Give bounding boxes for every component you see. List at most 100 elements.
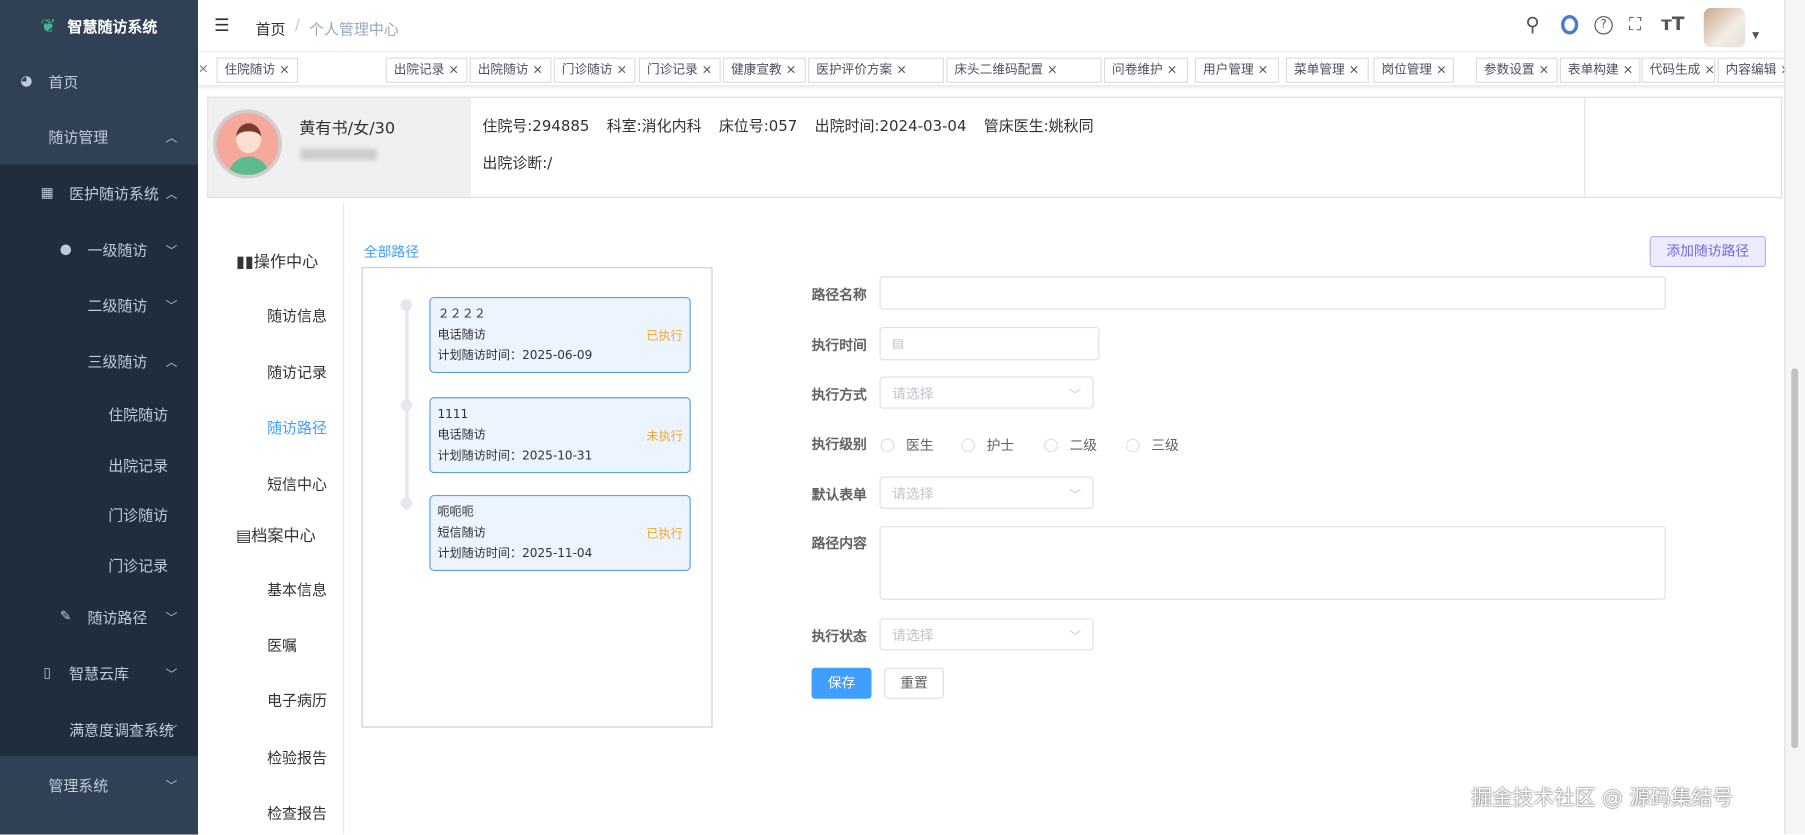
- tag-1[interactable]: 出院记录 ×: [385, 57, 468, 83]
- default-form-select[interactable]: 请选择 ﹀: [879, 476, 1094, 509]
- save-button[interactable]: 保存: [811, 667, 872, 699]
- tag-close-icon[interactable]: ×: [1167, 62, 1178, 77]
- chevron-down-icon: ﹀: [1069, 388, 1081, 402]
- tag-9[interactable]: 用户管理 ×: [1194, 57, 1279, 83]
- archive-item-3[interactable]: 检验报告: [267, 746, 327, 768]
- sidebar-item-followup-path[interactable]: ✎ 随访路径 ﹀: [0, 588, 198, 643]
- section-title: 操作中心: [253, 253, 319, 272]
- sidebar-item-outpatient-followup[interactable]: 门诊随访: [0, 486, 198, 541]
- caret-down-icon[interactable]: ▼: [1752, 30, 1759, 40]
- tag-close-icon[interactable]: ×: [1623, 62, 1634, 77]
- app-title: 智慧随访系统: [67, 19, 158, 37]
- sidebar-item-inpatient-followup[interactable]: 住院随访: [0, 386, 198, 441]
- scrollbar-thumb[interactable]: [1791, 368, 1799, 749]
- font-size-icon[interactable]: тT: [1661, 13, 1684, 35]
- sidebar-item-level3[interactable]: 三级随访 ︿: [0, 333, 198, 388]
- tag-14[interactable]: 代码生成 ×: [1641, 57, 1716, 83]
- radio-label: 三级: [1151, 437, 1179, 454]
- tag-close-icon[interactable]: ×: [1436, 62, 1447, 77]
- tag-label: 岗位管理: [1381, 62, 1433, 78]
- nav-item-0[interactable]: 随访信息: [267, 304, 327, 326]
- sidebar-item-level1[interactable]: ● 一级随访 ﹀: [0, 221, 198, 276]
- sidebar-item-discharge-records[interactable]: 出院记录: [0, 436, 198, 491]
- help-icon[interactable]: ?: [1594, 16, 1613, 35]
- archive-item-4[interactable]: 检查报告: [267, 801, 327, 823]
- tag-close-icon[interactable]: ×: [702, 62, 713, 77]
- tag-10[interactable]: 菜单管理 ×: [1285, 57, 1369, 83]
- sidebar-item-medical-followup-system[interactable]: ▦ 医护随访系统 ︿: [0, 165, 198, 220]
- tag-5[interactable]: 健康宣教 ×: [722, 57, 806, 83]
- sidebar-label: 出院记录: [108, 457, 169, 475]
- reset-button[interactable]: 重置: [884, 667, 944, 699]
- tag-3[interactable]: 门诊随访 ×: [553, 57, 636, 83]
- sidebar-item-satisfaction-survey[interactable]: 满意度调查系统 ﹀: [0, 701, 198, 756]
- tag-close-icon[interactable]: ×: [616, 62, 627, 77]
- tag-4[interactable]: 门诊记录 ×: [638, 57, 721, 83]
- level-radio-0[interactable]: 医生: [880, 435, 934, 455]
- sidebar-item-followup-management[interactable]: 随访管理 ︿: [0, 108, 198, 163]
- tag-8[interactable]: 问卷维护 ×: [1104, 57, 1189, 83]
- tag-2[interactable]: 出院随访 ×: [469, 57, 552, 83]
- hamburger-toggle-icon[interactable]: ☰: [214, 15, 229, 36]
- chevron-up-icon: ︿: [165, 356, 178, 369]
- sidebar-item-cloud-library[interactable]: ▯ 智慧云库 ﹀: [0, 645, 198, 700]
- level-radio-3[interactable]: 三级: [1125, 435, 1179, 455]
- archive-item-2[interactable]: 电子病历: [267, 688, 327, 710]
- archive-item-1[interactable]: 医嘱: [267, 633, 297, 655]
- level-radio-2[interactable]: 二级: [1044, 435, 1097, 455]
- app-logo[interactable]: ❦ 智慧随访系统: [0, 0, 198, 52]
- timeline-card[interactable]: 呃呃呃 短信随访 计划随访时间：2025-11-04 已执行: [429, 495, 691, 571]
- tag-close-icon[interactable]: ×: [1258, 62, 1269, 77]
- sidebar-item-level2[interactable]: 二级随访 ﹀: [0, 276, 198, 331]
- tag-12[interactable]: 参数设置 ×: [1475, 57, 1558, 83]
- exec-method-select[interactable]: 请选择 ﹀: [879, 376, 1094, 409]
- tag-15[interactable]: 内容编辑 ×: [1717, 57, 1794, 83]
- archive-item-0[interactable]: 基本信息: [267, 578, 327, 600]
- exec-status-select[interactable]: 请选择 ﹀: [879, 618, 1094, 651]
- tag-close-icon[interactable]: ×: [1704, 62, 1715, 77]
- github-icon[interactable]: [1561, 14, 1579, 35]
- nav-item-1[interactable]: 随访记录: [267, 360, 327, 382]
- chevron-up-icon: ︿: [165, 188, 178, 201]
- path-date: 计划随访时间：2025-06-09: [437, 348, 593, 363]
- sidebar-item-admin-system[interactable]: 管理系统 ﹀: [0, 756, 199, 812]
- breadcrumb-home[interactable]: 首页: [256, 17, 286, 39]
- tag-close-icon[interactable]: ×: [896, 62, 907, 77]
- chevron-down-icon: ﹀: [165, 724, 178, 738]
- path-name-input[interactable]: [879, 276, 1666, 310]
- path-content-textarea[interactable]: [879, 526, 1666, 600]
- search-icon[interactable]: ⚲: [1525, 14, 1539, 37]
- tag-0[interactable]: 住院随访 ×: [216, 57, 299, 83]
- exec-time-datepicker[interactable]: ▤: [879, 326, 1100, 361]
- sidebar-label: 三级随访: [87, 353, 148, 372]
- tag-close-icon[interactable]: ×: [786, 62, 797, 77]
- sidebar-item-home[interactable]: ◕ 首页: [0, 53, 198, 108]
- tag-close-icon[interactable]: ×: [279, 62, 290, 77]
- chevron-down-icon: ﹀: [165, 668, 178, 681]
- tag-close-icon[interactable]: ×: [448, 62, 459, 77]
- tag-label: 参数设置: [1483, 62, 1535, 78]
- add-followup-path-button[interactable]: 添加随访路径: [1649, 235, 1766, 268]
- timeline-card[interactable]: ２２２２ 电话随访 计划随访时间：2025-06-09 已执行: [429, 297, 691, 373]
- department: 科室:消化内科: [606, 118, 702, 136]
- tag-13[interactable]: 表单构建 ×: [1559, 57, 1641, 83]
- tag-11[interactable]: 岗位管理 ×: [1373, 57, 1454, 83]
- level-radio-1[interactable]: 护士: [961, 435, 1014, 455]
- page-scrollbar[interactable]: [1784, 0, 1805, 835]
- tag-label: 问卷维护: [1112, 62, 1163, 78]
- timeline-card[interactable]: 1111 电话随访 计划随访时间：2025-10-31 未执行: [429, 397, 691, 474]
- sidebar-label: 门诊随访: [108, 507, 169, 525]
- user-avatar[interactable]: [1703, 8, 1746, 48]
- fullscreen-icon[interactable]: ⛶: [1629, 14, 1641, 35]
- tag-close-icon[interactable]: ×: [198, 61, 209, 76]
- nav-item-3[interactable]: 短信中心: [267, 472, 327, 494]
- sidebar-item-outpatient-records[interactable]: 门诊记录: [0, 536, 198, 591]
- tag-6[interactable]: 医护评价方案 ×: [808, 57, 944, 83]
- tag-7[interactable]: 床头二维码配置 ×: [946, 57, 1102, 83]
- nav-item-2[interactable]: 随访路径: [267, 416, 327, 437]
- tag-label: 健康宣教: [731, 62, 782, 78]
- tag-close-icon[interactable]: ×: [1047, 62, 1058, 77]
- tag-close-icon[interactable]: ×: [1349, 62, 1360, 77]
- tag-close-icon[interactable]: ×: [1539, 62, 1550, 77]
- tag-close-icon[interactable]: ×: [532, 62, 543, 77]
